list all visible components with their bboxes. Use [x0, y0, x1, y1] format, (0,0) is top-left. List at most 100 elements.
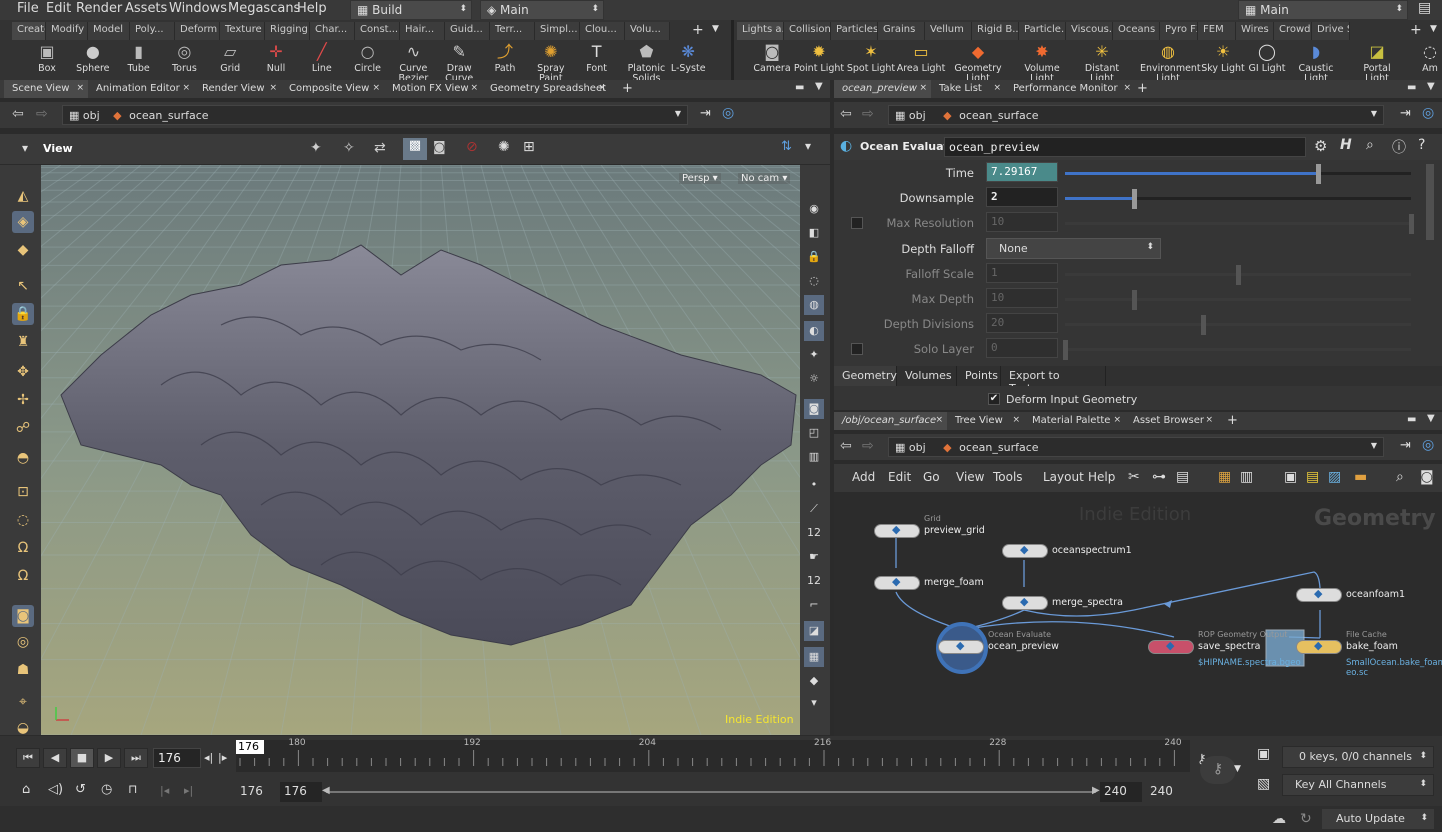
shelf-tool-caustic-light[interactable]: ◗ Caustic Light	[1290, 42, 1342, 84]
loop-icon[interactable]: ↺	[75, 782, 86, 797]
forward-arrow-icon[interactable]: ⇨	[36, 106, 48, 122]
shelf-tab-rigging[interactable]: Rigging	[265, 22, 310, 40]
tab-ocean-preview[interactable]: ocean_preview ×	[834, 80, 931, 98]
menu-edit[interactable]: Edit	[46, 1, 71, 16]
shelf-tab-deform[interactable]: Deform	[175, 22, 220, 40]
magnet-b-icon[interactable]: Ω	[12, 565, 34, 587]
number-12-icon[interactable]: 12	[804, 523, 824, 543]
param-slider[interactable]	[1063, 340, 1411, 361]
select-mode-icon[interactable]: ✧	[343, 140, 355, 156]
step-back-button[interactable]: ◀	[43, 748, 67, 768]
tree-icon[interactable]: ⊶	[1152, 469, 1166, 485]
param-slider[interactable]	[1065, 214, 1414, 235]
gear-icon[interactable]: ⚙	[1314, 137, 1327, 155]
range-start-field[interactable]: 176	[236, 782, 278, 802]
link-icon[interactable]: ◎	[722, 105, 734, 121]
param-path-field[interactable]: ▦ obj ◆ ocean_surface ▼	[888, 105, 1384, 125]
param-slider[interactable]	[1065, 315, 1411, 336]
pose-icon[interactable]: ⌖	[12, 691, 34, 713]
param-value-field[interactable]: 0	[986, 338, 1058, 359]
viewport-options-icon[interactable]: ⇅	[781, 139, 792, 154]
pin-icon[interactable]: ⇥	[700, 106, 711, 121]
grid-view-icon[interactable]: ▦	[1218, 469, 1231, 485]
shelf-tab-create[interactable]: Create	[12, 22, 46, 40]
tab-render-view[interactable]: Render View ×	[194, 80, 281, 98]
shelf-tool-distant-light[interactable]: ✳ Distant Light	[1076, 42, 1128, 84]
net-menu-layout[interactable]: Layout	[1043, 470, 1084, 484]
sticky-note-icon[interactable]: ▤	[1306, 469, 1319, 485]
network-box-icon[interactable]: ▣	[1284, 469, 1297, 485]
next-key-icon[interactable]: |▸	[218, 751, 227, 764]
shelf-tool-portal-light[interactable]: ◪ Portal Light	[1351, 42, 1403, 84]
render-region-icon[interactable]: ⊞	[523, 139, 535, 155]
light-icon[interactable]: ✺	[498, 139, 510, 155]
shelf-tab-particle[interactable]: Particle...	[1019, 22, 1066, 40]
tab-performance-monitor[interactable]: Performance Monitor ×	[1005, 80, 1135, 98]
headlight-icon[interactable]: ☼	[804, 369, 824, 389]
transform-icon[interactable]: ⇄	[374, 140, 386, 156]
refresh-icon[interactable]: ↻	[1300, 811, 1312, 827]
lock-icon[interactable]: 🔒	[12, 303, 34, 325]
info-icon[interactable]: ⓘ	[1392, 137, 1406, 157]
update-mode-dropdown[interactable]: Auto Update ⬍	[1322, 809, 1434, 829]
close-tab-icon[interactable]: ×	[76, 83, 84, 93]
current-frame-field[interactable]: 176	[153, 748, 201, 768]
stop-button[interactable]: ■	[70, 748, 94, 768]
graph-icon[interactable]: ▧	[1257, 776, 1270, 792]
param-value-field[interactable]: 10	[986, 212, 1058, 233]
shelf-tool-area-light[interactable]: ▭ Area Light	[895, 42, 947, 78]
eye-icon[interactable]: ◉	[804, 199, 824, 219]
close-tab-icon[interactable]: ×	[1205, 415, 1213, 425]
shelf-tab-volu[interactable]: Volu...	[625, 22, 670, 40]
bone-icon[interactable]: ✢	[12, 389, 34, 411]
shelf-tab-fem[interactable]: FEM	[1198, 22, 1236, 40]
shelf-tool-spot-light[interactable]: ✶ Spot Light	[845, 42, 897, 78]
slider-thumb[interactable]	[1063, 340, 1068, 361]
viewer-icon[interactable]: ◙	[1420, 469, 1434, 485]
shelf-tool-volume-light[interactable]: ✸ Volume Light	[1016, 42, 1068, 84]
shelf-tab-particles[interactable]: Particles	[831, 22, 878, 40]
scene-path-field[interactable]: ▦ obj ◆ ocean_surface ▼	[62, 105, 688, 125]
tab-motion-fx-view[interactable]: Motion FX View ×	[384, 80, 482, 98]
net-menu-help[interactable]: Help	[1088, 470, 1115, 484]
param-value-field[interactable]: 7.29167	[986, 162, 1058, 182]
network-selector[interactable]: ◈ Main ⬍	[480, 0, 604, 20]
shelf-tab-char[interactable]: Char...	[310, 22, 355, 40]
dropdown-icon[interactable]: ▼	[1234, 764, 1241, 774]
tab-geometry-spreadsheet[interactable]: Geometry Spreadsheet ×	[482, 80, 610, 98]
measure-icon[interactable]: ⟋	[804, 499, 824, 519]
realtime-icon[interactable]: ⌂	[22, 782, 30, 797]
maximize-pane-icon[interactable]: ▬	[795, 82, 804, 93]
param-slider[interactable]	[1065, 164, 1411, 184]
shelf-tool-torus[interactable]: ◎ Torus	[158, 42, 210, 78]
search-icon[interactable]: ⌕	[1366, 137, 1374, 153]
range-right-handle[interactable]: ▶	[1092, 785, 1100, 796]
shelf-menu-icon[interactable]: ▼	[712, 24, 719, 34]
pane-menu-icon[interactable]: ▼	[1427, 81, 1435, 92]
magnet-a-icon[interactable]: Ω	[12, 537, 34, 559]
jump-start-button[interactable]: ⏮	[16, 748, 40, 768]
brush-icon[interactable]: ◈	[12, 211, 34, 233]
pencil-icon[interactable]: ◆	[12, 239, 34, 261]
tab-take-list[interactable]: Take List ×	[931, 80, 1005, 98]
disk-icon[interactable]: ▬	[1354, 469, 1367, 485]
shelf-tab-texture[interactable]: Texture	[220, 22, 265, 40]
param-value-field[interactable]: 2	[986, 187, 1058, 208]
shelf-tab-drive-si[interactable]: Drive Si...	[1312, 22, 1350, 40]
shelf-tab-vellum[interactable]: Vellum	[925, 22, 972, 40]
net-menu-add[interactable]: Add	[852, 470, 875, 484]
maximize-pane-icon[interactable]: ▬	[1407, 414, 1416, 425]
view-menu-icon[interactable]: ▾	[22, 141, 28, 155]
close-tab-icon[interactable]: ×	[269, 83, 277, 93]
pin-icon[interactable]: ⇥	[1400, 438, 1411, 453]
shelf-tool-grid[interactable]: ▱ Grid	[204, 42, 256, 78]
dot-icon[interactable]: •	[804, 475, 824, 495]
slider-thumb[interactable]	[1236, 264, 1241, 285]
time-slider[interactable]: 176 180 192 204 216 228 240	[236, 738, 1190, 772]
wrench-icon[interactable]: ✂	[1128, 469, 1140, 485]
prev-key-range-icon[interactable]: |◂	[160, 784, 169, 797]
shelf-tool-draw-curve[interactable]: ✎ Draw Curve	[433, 42, 485, 84]
maximize-pane-icon[interactable]: ▬	[1407, 82, 1416, 93]
add-tab-icon[interactable]: +	[1137, 81, 1148, 96]
shelf-tab-simpl[interactable]: Simpl...	[535, 22, 580, 40]
